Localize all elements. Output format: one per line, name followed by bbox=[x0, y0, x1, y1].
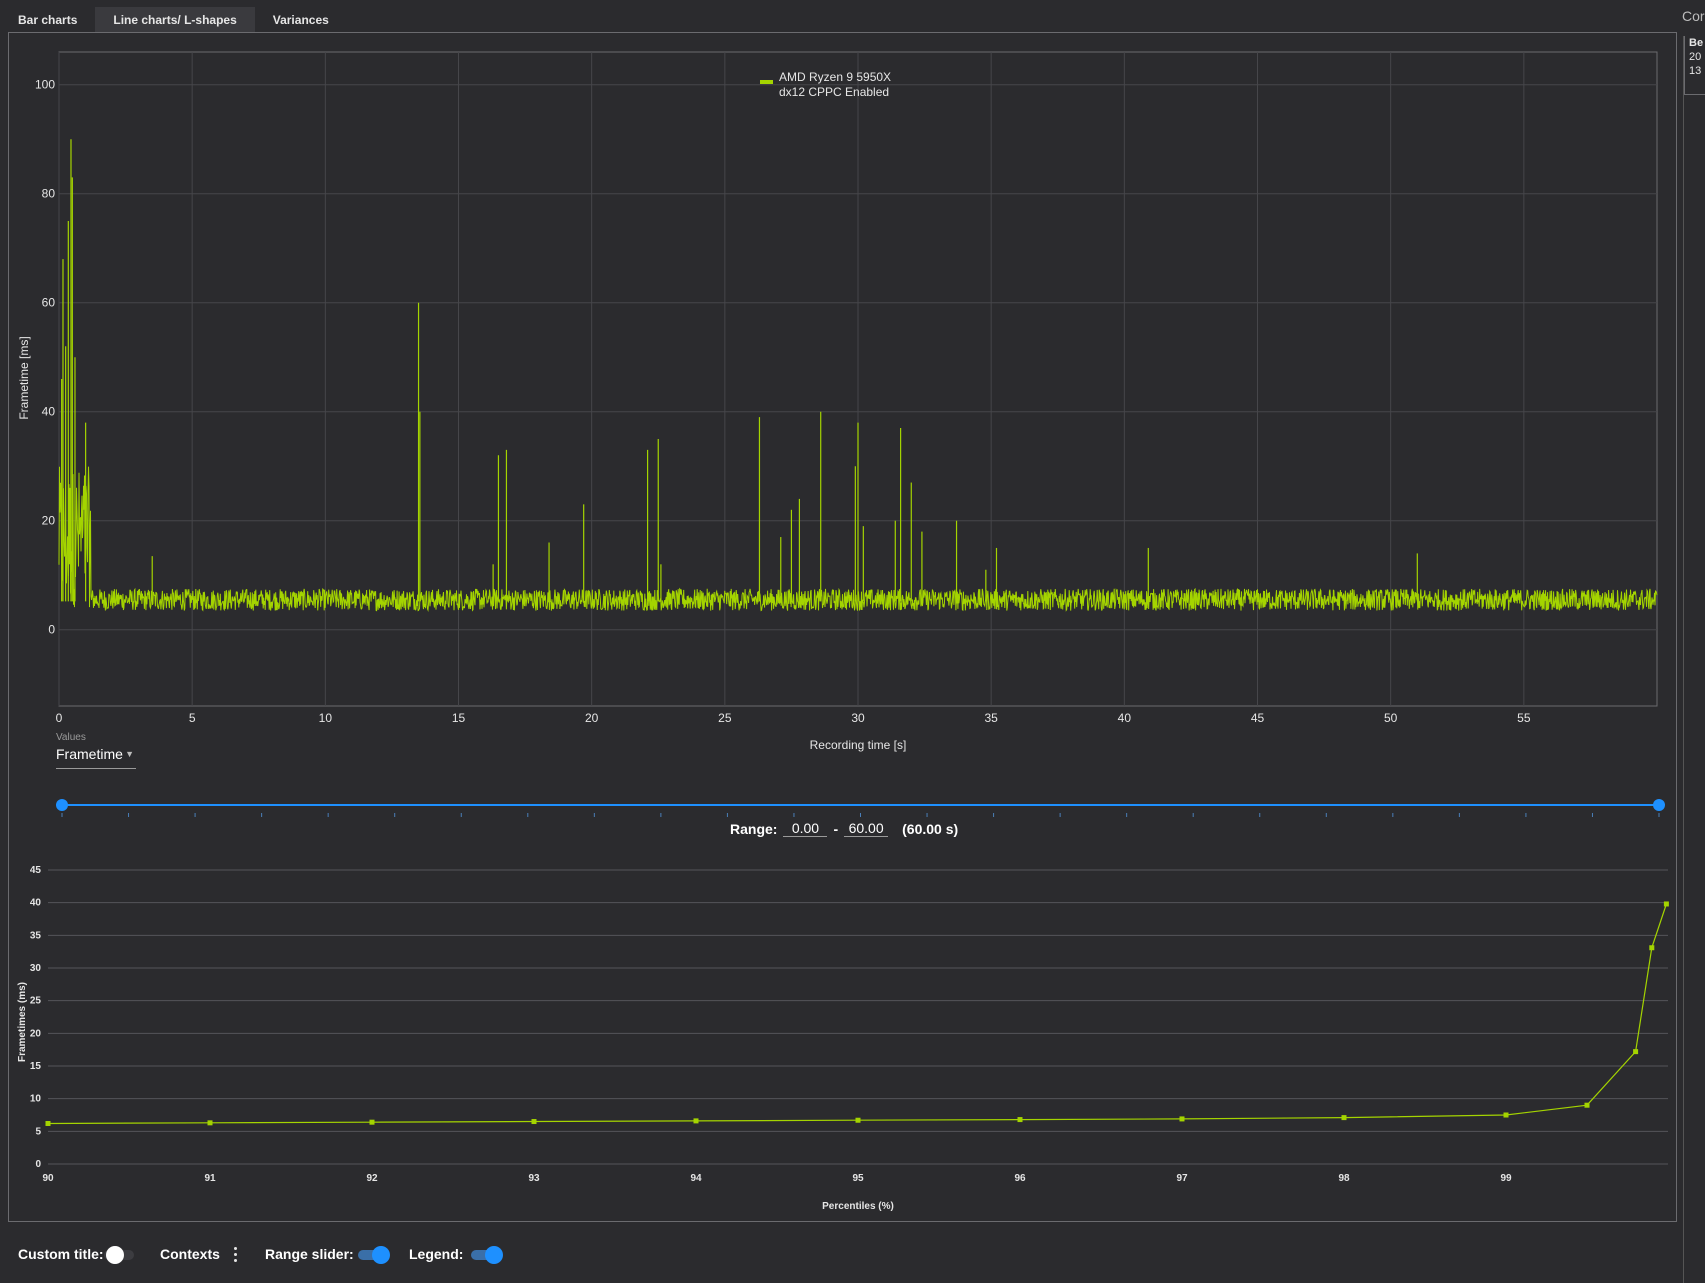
y-tick-label: 0 bbox=[35, 1159, 41, 1170]
y-tick-label: 100 bbox=[35, 78, 55, 92]
y-tick-label: 20 bbox=[30, 1028, 42, 1039]
range-dash: - bbox=[833, 820, 839, 837]
contexts-label: Contexts bbox=[160, 1246, 220, 1262]
x-tick-label: 92 bbox=[366, 1173, 378, 1184]
right-panel-card-title: Be bbox=[1689, 37, 1704, 49]
percentile-point bbox=[1649, 945, 1655, 951]
range-slider[interactable] bbox=[0, 785, 1680, 825]
x-tick-label: 95 bbox=[852, 1173, 864, 1184]
x-tick-label: 35 bbox=[984, 711, 998, 725]
percentile-point bbox=[693, 1118, 699, 1124]
x-tick-label: 99 bbox=[1500, 1173, 1512, 1184]
legend-label-line1: AMD Ryzen 9 5950X bbox=[779, 70, 891, 84]
custom-title-label: Custom title: bbox=[18, 1246, 104, 1262]
x-tick-label: 45 bbox=[1251, 711, 1265, 725]
percentile-chart: 0 5 10 15 20 25 30 35 40 45 90 91 92 93 94 95 96 97 98 99 P… bbox=[17, 865, 1669, 1212]
y-tick-label: 15 bbox=[30, 1061, 42, 1072]
range-slider-toggle[interactable] bbox=[358, 1246, 390, 1264]
y-tick-label: 35 bbox=[30, 930, 42, 941]
percentile-ticks: 0 5 10 15 20 25 30 35 40 45 90 91 92 93 94 95 96 97 98 99 bbox=[30, 865, 1512, 1184]
percentile-x-axis-label: Percentiles (%) bbox=[822, 1201, 894, 1212]
y-tick-label: 5 bbox=[35, 1126, 41, 1137]
percentile-point bbox=[207, 1120, 213, 1126]
range-slider-start-handle[interactable] bbox=[56, 799, 68, 811]
range-span: (60.00 s) bbox=[902, 820, 959, 837]
percentile-point bbox=[1017, 1117, 1023, 1123]
right-panel-card-line: 13 bbox=[1689, 65, 1702, 77]
x-tick-label: 97 bbox=[1176, 1173, 1188, 1184]
y-tick-label: 40 bbox=[42, 405, 56, 419]
right-panel-card-line: 20 bbox=[1689, 51, 1702, 63]
options-bar bbox=[0, 1228, 1680, 1283]
range-from-input[interactable]: 0.00 bbox=[783, 820, 828, 837]
percentile-point bbox=[1179, 1116, 1185, 1122]
x-tick-label: 20 bbox=[585, 711, 599, 725]
x-tick-label: 10 bbox=[319, 711, 333, 725]
x-axis-label: Recording time [s] bbox=[810, 738, 907, 752]
range-slider-label: Range slider: bbox=[265, 1246, 354, 1262]
range-slider-end-handle[interactable] bbox=[1653, 799, 1665, 811]
legend-swatch bbox=[760, 80, 773, 84]
range-to-input[interactable]: 60.00 bbox=[844, 820, 889, 837]
x-tick-label: 25 bbox=[718, 711, 732, 725]
legend-label-line2: dx12 CPPC Enabled bbox=[779, 85, 889, 99]
percentile-point bbox=[1663, 901, 1669, 907]
values-label: Values bbox=[56, 732, 86, 743]
range-label: Range: bbox=[730, 820, 778, 837]
y-tick-label: 40 bbox=[30, 898, 42, 909]
right-panel-card[interactable]: Be 20 13 bbox=[1684, 36, 1705, 95]
x-tick-label: 50 bbox=[1384, 711, 1398, 725]
percentile-series-line bbox=[47, 903, 1667, 1125]
percentile-point bbox=[1633, 1049, 1639, 1055]
frametime-chart: 0 5 10 15 20 25 30 35 40 45 50 55 0 20 40 60 80 100 AMD R… bbox=[17, 51, 1658, 752]
custom-title-toggle-knob bbox=[106, 1246, 124, 1264]
y-tick-label: 10 bbox=[30, 1094, 42, 1105]
legend-toggle[interactable] bbox=[471, 1246, 503, 1264]
legend-toggle-knob bbox=[485, 1246, 503, 1264]
x-tick-label: 91 bbox=[204, 1173, 216, 1184]
percentile-point bbox=[369, 1119, 375, 1125]
x-tick-label: 15 bbox=[452, 711, 466, 725]
x-tick-label: 40 bbox=[1118, 711, 1132, 725]
x-tick-label: 5 bbox=[189, 711, 196, 725]
x-tick-label: 93 bbox=[528, 1173, 540, 1184]
x-tick-label: 0 bbox=[56, 711, 63, 725]
percentile-point bbox=[1341, 1115, 1347, 1121]
range-slider-toggle-knob bbox=[372, 1246, 390, 1264]
chevron-down-icon: ▼ bbox=[125, 749, 134, 759]
y-tick-label: 20 bbox=[42, 514, 56, 528]
right-panel: Cor Be 20 13 bbox=[1680, 0, 1705, 1283]
y-tick-label: 0 bbox=[48, 623, 55, 637]
x-tick-label: 96 bbox=[1014, 1173, 1026, 1184]
y-tick-label: 80 bbox=[42, 187, 56, 201]
right-panel-divider bbox=[1683, 36, 1684, 1283]
x-tick-label: 94 bbox=[690, 1173, 702, 1184]
percentile-point bbox=[531, 1119, 537, 1125]
x-tick-label: 90 bbox=[42, 1173, 54, 1184]
percentile-point bbox=[1584, 1102, 1590, 1108]
x-tick-label: 30 bbox=[851, 711, 865, 725]
x-tick-label: 55 bbox=[1517, 711, 1531, 725]
values-dropdown[interactable]: Frametime ▼ bbox=[56, 746, 136, 769]
y-tick-label: 60 bbox=[42, 296, 56, 310]
range-slider-ticks bbox=[61, 813, 1660, 817]
percentile-y-axis-label: Frametimes (ms) bbox=[17, 982, 28, 1062]
values-dropdown-value: Frametime bbox=[56, 746, 123, 762]
percentile-point bbox=[45, 1120, 51, 1126]
legend-label: Legend: bbox=[409, 1246, 464, 1262]
right-panel-header: Cor bbox=[1682, 8, 1705, 24]
range-readout: Range: 0.00 - 60.00 (60.00 s) bbox=[730, 820, 958, 837]
contexts-menu-icon[interactable] bbox=[232, 1246, 238, 1264]
y-axis-label: Frametime [ms] bbox=[17, 336, 31, 419]
y-tick-label: 45 bbox=[30, 865, 42, 876]
custom-title-toggle[interactable] bbox=[104, 1246, 136, 1264]
y-tick-label: 30 bbox=[30, 963, 42, 974]
x-tick-label: 98 bbox=[1338, 1173, 1350, 1184]
percentile-point bbox=[1503, 1112, 1509, 1118]
percentile-point bbox=[855, 1117, 861, 1123]
y-tick-label: 25 bbox=[30, 996, 42, 1007]
